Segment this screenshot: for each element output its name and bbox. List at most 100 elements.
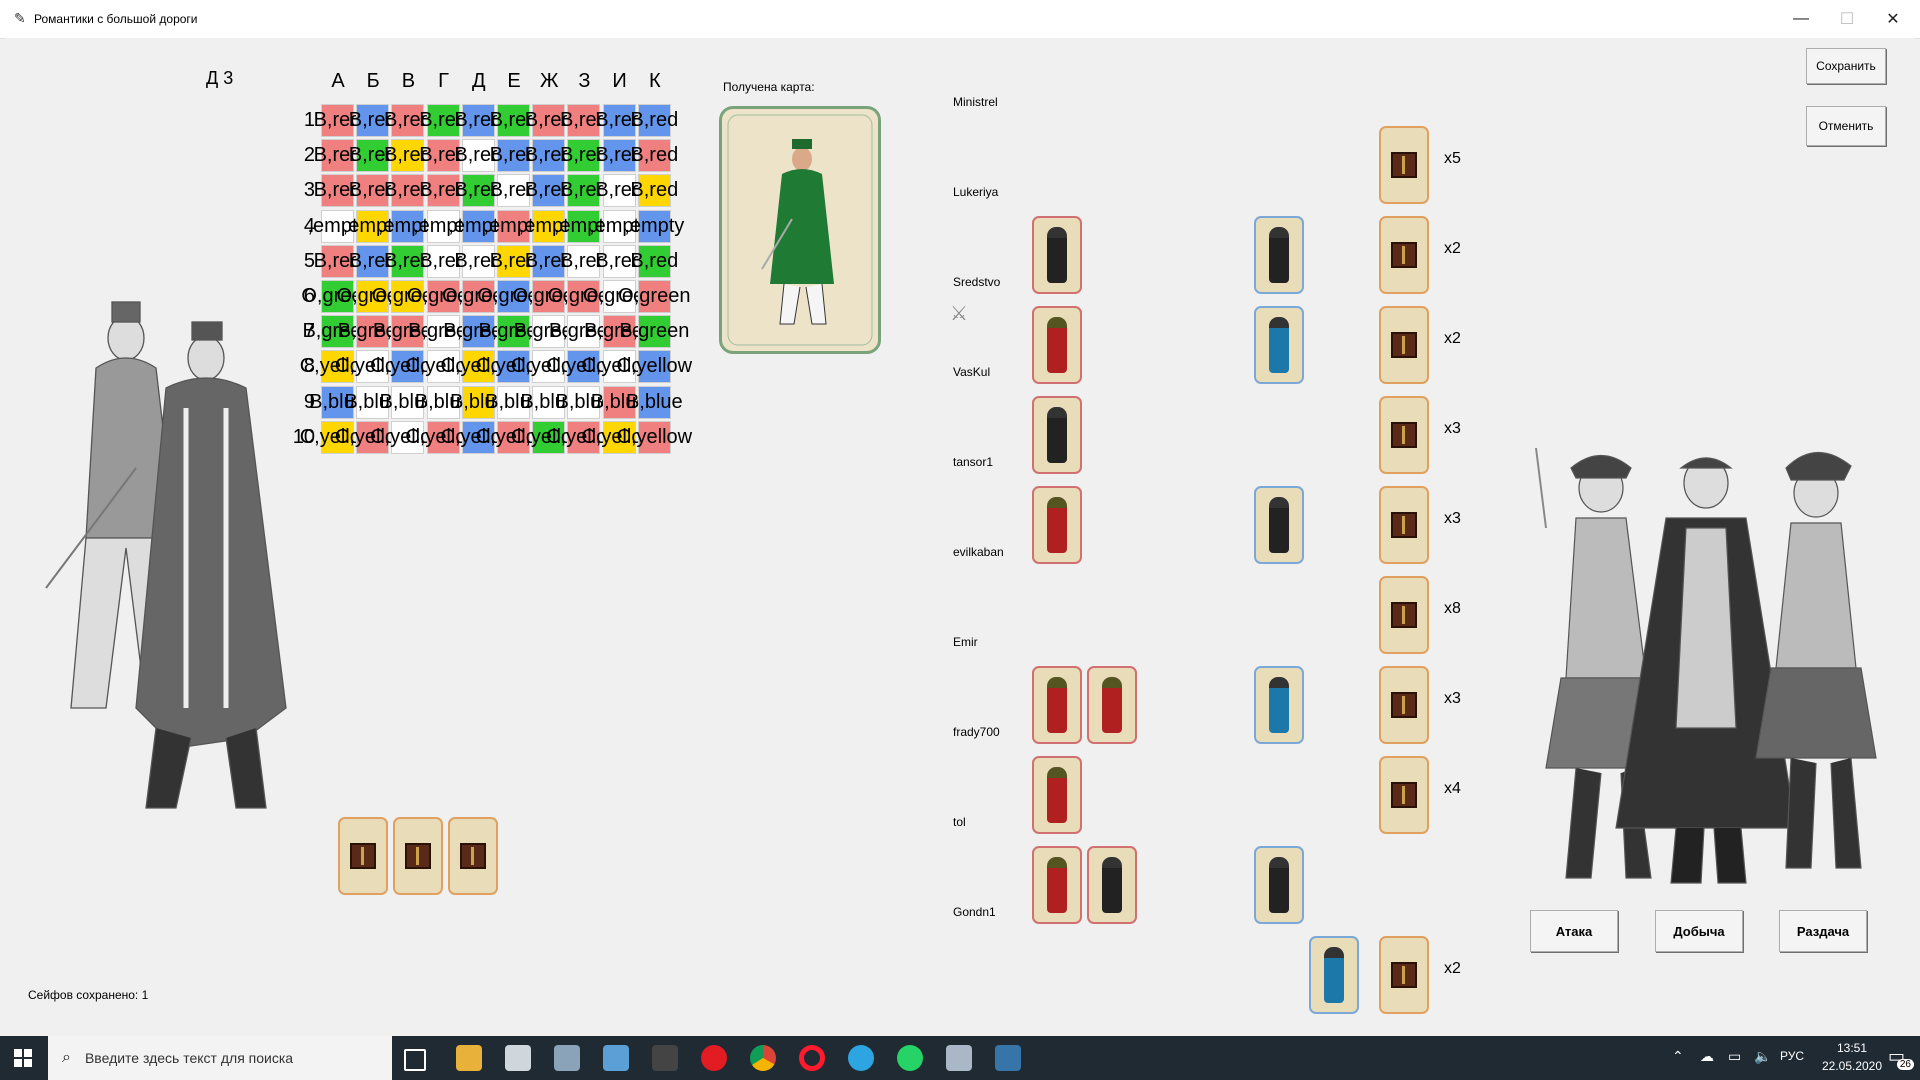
robber-card[interactable] [1032,396,1082,474]
safe-card[interactable] [1379,936,1429,1014]
language-indicator[interactable]: РУС [1780,1049,1804,1063]
received-card-label: Получена карта: [723,80,815,94]
robber-card[interactable] [1032,756,1082,834]
robber-figure-icon [1269,497,1289,553]
chrome-icon[interactable] [750,1045,776,1071]
safe-multiplier: x4 [1444,780,1461,797]
safe-card[interactable] [1379,486,1429,564]
robber-figure-icon [1047,857,1067,913]
app-icon[interactable] [554,1045,580,1071]
robber-card[interactable] [1032,486,1082,564]
grid-row-header: 3 [303,179,315,202]
guard-figure-icon [1324,947,1344,1003]
grid-cell[interactable]: С,yellow [617,420,692,454]
robber-card[interactable] [1087,846,1137,924]
safe-icon [1391,332,1417,358]
grid-col-header: А [331,70,345,92]
grid-col-header: Д [472,70,486,92]
app-icon[interactable] [946,1045,972,1071]
clock-time[interactable]: 13:51 [1822,1041,1882,1055]
guard-card[interactable] [1254,666,1304,744]
minimize-button[interactable]: — [1778,0,1824,38]
safe-multiplier: x2 [1444,960,1461,977]
safes-saved-label: Сейфов сохранено: 1 [28,988,149,1002]
guard-figure-icon [1269,677,1289,733]
yandex-icon[interactable] [701,1045,727,1071]
safe-card[interactable] [1379,126,1429,204]
volume-icon[interactable]: 🔈 [1754,1048,1771,1065]
grid-cell[interactable]: В,red [630,104,678,137]
game-area: Д 3 А Б В Г Д Е Ж З И К 1 В,red В,red В,red В,red В,red… [6,38,1914,1036]
telegram-icon[interactable] [848,1045,874,1071]
opera-icon[interactable] [799,1045,825,1071]
safe-card[interactable] [1379,396,1429,474]
notifications-icon[interactable]: ▭ 26 [1888,1046,1914,1070]
grid-col-header: И [612,70,627,92]
close-button[interactable]: ✕ [1870,0,1916,38]
guard-card[interactable] [1254,486,1304,564]
safe-multiplier: x3 [1444,690,1461,707]
safe-icon [405,843,431,869]
player-name: Emir [953,635,978,649]
attack-button[interactable]: Атака [1530,910,1618,952]
safe-multiplier: x3 [1444,420,1461,437]
notes-icon[interactable] [603,1045,629,1071]
grid-cell[interactable]: В,green [619,315,689,349]
network-icon[interactable]: ▭ [1728,1048,1741,1065]
safe-multiplier: x2 [1444,240,1461,257]
robber-card[interactable] [1087,666,1137,744]
task-view-icon[interactable] [404,1049,426,1071]
officer-figure-icon [727,114,873,346]
guard-card[interactable] [1254,306,1304,384]
received-card [719,106,881,354]
safe-card[interactable] [1379,756,1429,834]
robber-card[interactable] [1032,216,1082,294]
search-icon: ⌕ [62,1049,71,1066]
safe-card[interactable] [393,817,443,895]
calculator-icon[interactable] [505,1045,531,1071]
robber-card[interactable] [1032,846,1082,924]
safe-icon [1391,602,1417,628]
robber-figure-icon [1047,407,1067,463]
safe-icon [1391,782,1417,808]
player-name: Ministrel [953,95,998,109]
save-button[interactable]: Сохранить [1806,48,1886,84]
cancel-button[interactable]: Отменить [1806,106,1886,146]
cloud-icon[interactable]: ☁ [1700,1048,1714,1065]
clock-date[interactable]: 22.05.2020 [1816,1059,1888,1073]
safe-card[interactable] [1379,306,1429,384]
robber-card[interactable] [1032,666,1082,744]
chevron-up-icon[interactable]: ⌃ [1672,1048,1684,1065]
guard-card[interactable] [1254,846,1304,924]
file-explorer-icon[interactable] [456,1045,482,1071]
safe-card[interactable] [1379,666,1429,744]
grid-cell[interactable]: В,red [630,139,678,173]
safe-icon [1391,422,1417,448]
notification-count: 26 [1896,1059,1914,1070]
player-name: Lukeriya [953,185,999,199]
maximize-button[interactable]: ☐ [1824,0,1870,38]
taskbar-search[interactable]: ⌕ Введите здесь текст для поиска [48,1036,392,1080]
loot-button[interactable]: Добыча [1655,910,1743,952]
guard-card[interactable] [1254,216,1304,294]
python-icon[interactable] [995,1045,1021,1071]
pirate-app-icon[interactable] [652,1045,678,1071]
grid-cell[interactable]: О,green [618,280,690,313]
grid-cell[interactable]: В,blue [626,385,683,419]
safe-card[interactable] [1379,216,1429,294]
whatsapp-icon[interactable] [897,1045,923,1071]
safe-card[interactable] [1379,576,1429,654]
windows-start-icon[interactable] [14,1049,32,1067]
deal-button[interactable]: Раздача [1779,910,1867,952]
guard-card[interactable] [1309,936,1359,1014]
safe-card[interactable] [448,817,498,895]
robber-card[interactable] [1032,306,1082,384]
grid-col-header: З [578,70,591,92]
safe-multiplier: x8 [1444,600,1461,617]
grid-cell[interactable]: ,empty [624,209,684,243]
player-name: tansor1 [953,455,994,469]
safe-card[interactable] [338,817,388,895]
grid-cell[interactable]: В,red [630,174,678,208]
grid-cell[interactable]: С,yellow [617,350,692,384]
grid-cell[interactable]: В,red [630,244,678,278]
